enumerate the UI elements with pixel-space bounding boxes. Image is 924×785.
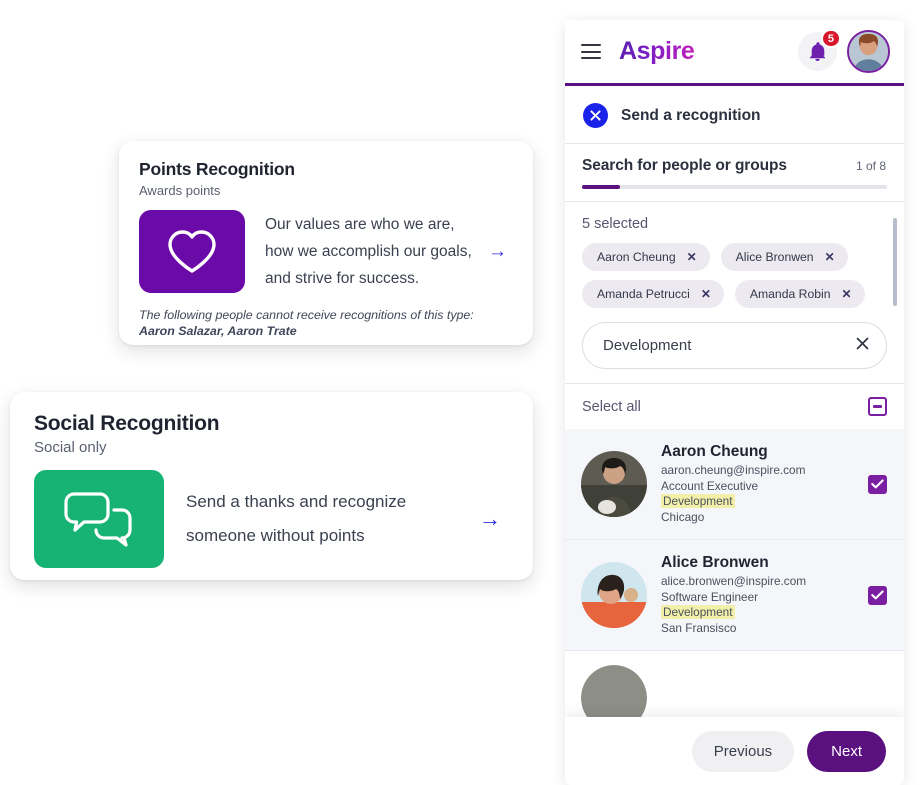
card-subtitle: Awards points xyxy=(139,183,221,198)
step-counter: 1 of 8 xyxy=(855,159,886,173)
card-description: Our values are who we are, how we accomp… xyxy=(265,216,472,287)
selected-chip[interactable]: Alice Bronwen ✕ xyxy=(720,243,848,271)
select-all-checkbox[interactable] xyxy=(868,397,887,416)
person-name: Aaron Cheung xyxy=(661,443,768,460)
points-recognition-card[interactable]: Points Recognition Awards points Our val… xyxy=(119,141,533,345)
selected-chips-list: Aaron Cheung ✕ Alice Bronwen ✕ Amanda Petruc… xyxy=(582,243,886,308)
progress-fill xyxy=(582,185,621,189)
avatar[interactable] xyxy=(847,30,890,73)
person-location: San Fransisco xyxy=(661,620,737,635)
dialog-header: Send a recognition xyxy=(565,86,904,143)
card-title: Social Recognition xyxy=(34,412,220,435)
selected-chip[interactable]: Aaron Cheung ✕ xyxy=(582,243,710,271)
people-list: Aaron Cheung aaron.cheung@inspire.com Acco… xyxy=(565,429,904,746)
brand-logo[interactable]: Aspire xyxy=(619,37,695,66)
dialog-title: Send a recognition xyxy=(621,106,761,124)
card-body: Our values are who we are, how we accomp… xyxy=(139,210,511,293)
search-input[interactable]: Development xyxy=(582,322,887,369)
arrow-right-icon[interactable]: → xyxy=(479,506,501,532)
chip-label: Amanda Robin xyxy=(749,287,831,301)
panel-footer: Previous Next xyxy=(565,717,904,785)
selected-chips-area: 5 selected Aaron Cheung ✕ Alice Bronwen ✕ Am… xyxy=(565,202,904,318)
card-body: Send a thanks and recognize someone with… xyxy=(34,470,511,568)
note-names: Aaron Salazar, Aaron Trate xyxy=(139,324,297,338)
chip-remove-icon[interactable]: ✕ xyxy=(687,250,697,264)
person-role: Software Engineer xyxy=(661,589,759,604)
person-checkbox[interactable] xyxy=(868,585,887,605)
person-row[interactable]: Aaron Cheung aaron.cheung@inspire.com Acco… xyxy=(565,429,904,540)
notification-bell-icon[interactable]: 5 xyxy=(798,29,841,71)
screen: Points Recognition Awards points Our val… xyxy=(0,0,924,785)
selected-count: 5 selected xyxy=(582,216,649,232)
hamburger-menu-icon[interactable] xyxy=(581,44,601,59)
note-prefix: The following people cannot receive reco… xyxy=(139,308,474,322)
progress-bar xyxy=(582,185,887,189)
person-info: Aaron Cheung aaron.cheung@inspire.com Acco… xyxy=(661,443,854,525)
chip-label: Aaron Cheung xyxy=(597,250,676,264)
card-subtitle: Social only xyxy=(34,439,107,456)
chips-scrollbar[interactable] xyxy=(893,218,897,306)
person-avatar xyxy=(581,451,647,517)
arrow-right-icon[interactable]: → xyxy=(488,241,507,263)
next-button[interactable]: Next xyxy=(807,730,886,772)
card-description: Send a thanks and recognize someone with… xyxy=(186,492,407,545)
search-value: Development xyxy=(603,337,692,354)
person-name: Alice Bronwen xyxy=(661,554,769,571)
social-recognition-card[interactable]: Social Recognition Social only Send a th… xyxy=(10,392,533,580)
person-location: Chicago xyxy=(661,509,705,524)
person-department: Development xyxy=(661,605,854,621)
send-recognition-panel: Aspire 5 Send a recognition Search for p… xyxy=(565,20,904,785)
card-restriction-note: The following people cannot receive reco… xyxy=(139,307,511,339)
app-header: Aspire 5 xyxy=(565,20,904,83)
chip-remove-icon[interactable]: ✕ xyxy=(825,250,835,264)
chip-label: Amanda Petrucci xyxy=(597,287,690,301)
notification-badge: 5 xyxy=(820,29,841,48)
department-highlight: Development xyxy=(661,494,735,508)
step-header: Search for people or groups 1 of 8 xyxy=(565,144,904,175)
person-department: Development xyxy=(661,494,854,510)
person-avatar xyxy=(581,562,647,628)
select-all-row[interactable]: Select all xyxy=(565,384,904,429)
previous-button[interactable]: Previous xyxy=(691,730,795,772)
person-row[interactable]: Alice Bronwen alice.bronwen@inspire.com So… xyxy=(565,540,904,651)
card-title: Points Recognition xyxy=(139,159,295,179)
search-area: Development xyxy=(565,318,904,383)
chip-remove-icon[interactable]: ✕ xyxy=(842,287,852,301)
person-email: aaron.cheung@inspire.com xyxy=(661,463,806,477)
step-label: Search for people or groups xyxy=(582,157,787,174)
clear-icon[interactable] xyxy=(856,337,869,354)
chat-bubbles-icon xyxy=(34,470,164,568)
department-highlight: Development xyxy=(661,605,735,619)
person-checkbox[interactable] xyxy=(868,474,887,494)
person-email: alice.bronwen@inspire.com xyxy=(661,574,807,588)
header-actions: 5 xyxy=(798,29,890,73)
selected-chip[interactable]: Amanda Robin ✕ xyxy=(734,280,865,308)
selected-chip[interactable]: Amanda Petrucci ✕ xyxy=(582,280,724,308)
close-icon[interactable] xyxy=(583,103,608,128)
person-role: Account Executive xyxy=(661,478,759,493)
person-info: Alice Bronwen alice.bronwen@inspire.com So… xyxy=(661,554,854,636)
heart-icon xyxy=(139,210,245,293)
chip-label: Alice Bronwen xyxy=(735,250,814,264)
chip-remove-icon[interactable]: ✕ xyxy=(701,287,711,301)
select-all-label: Select all xyxy=(582,398,641,415)
